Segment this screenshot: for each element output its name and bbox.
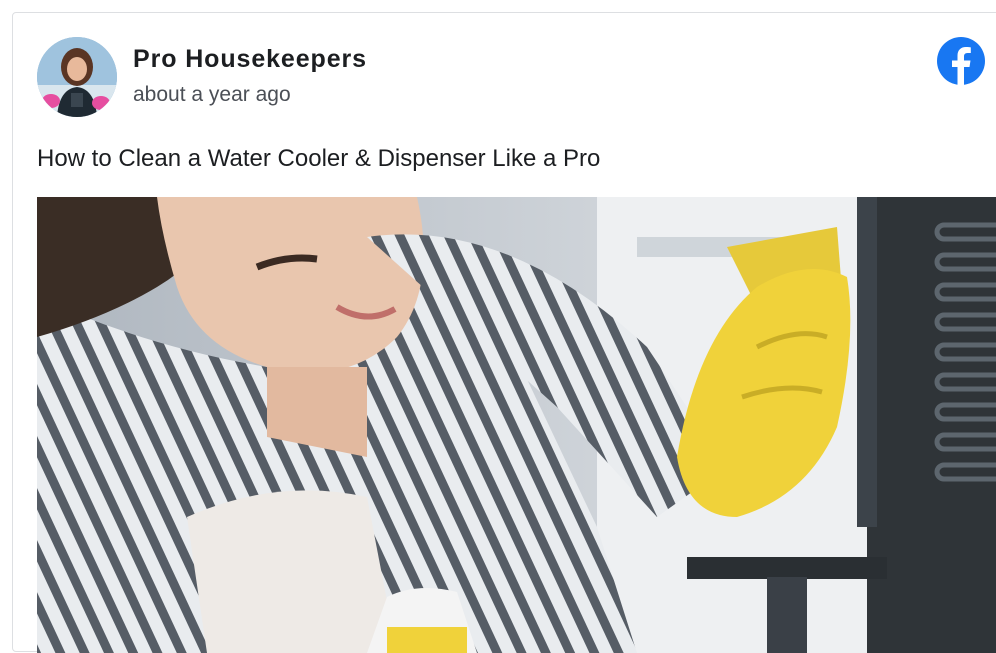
post-timestamp[interactable]: about a year ago [133,83,291,107]
profile-photo-icon [37,37,117,117]
post-image[interactable] [37,197,996,653]
post-title[interactable]: How to Clean a Water Cooler & Dispenser … [37,145,600,173]
author-name[interactable]: Pro Housekeepers [133,45,367,74]
author-avatar[interactable] [37,37,117,117]
cleaning-photo-icon [37,197,996,653]
social-post-card: Pro Housekeepers about a year ago How to… [12,12,996,653]
facebook-icon[interactable] [937,37,985,85]
